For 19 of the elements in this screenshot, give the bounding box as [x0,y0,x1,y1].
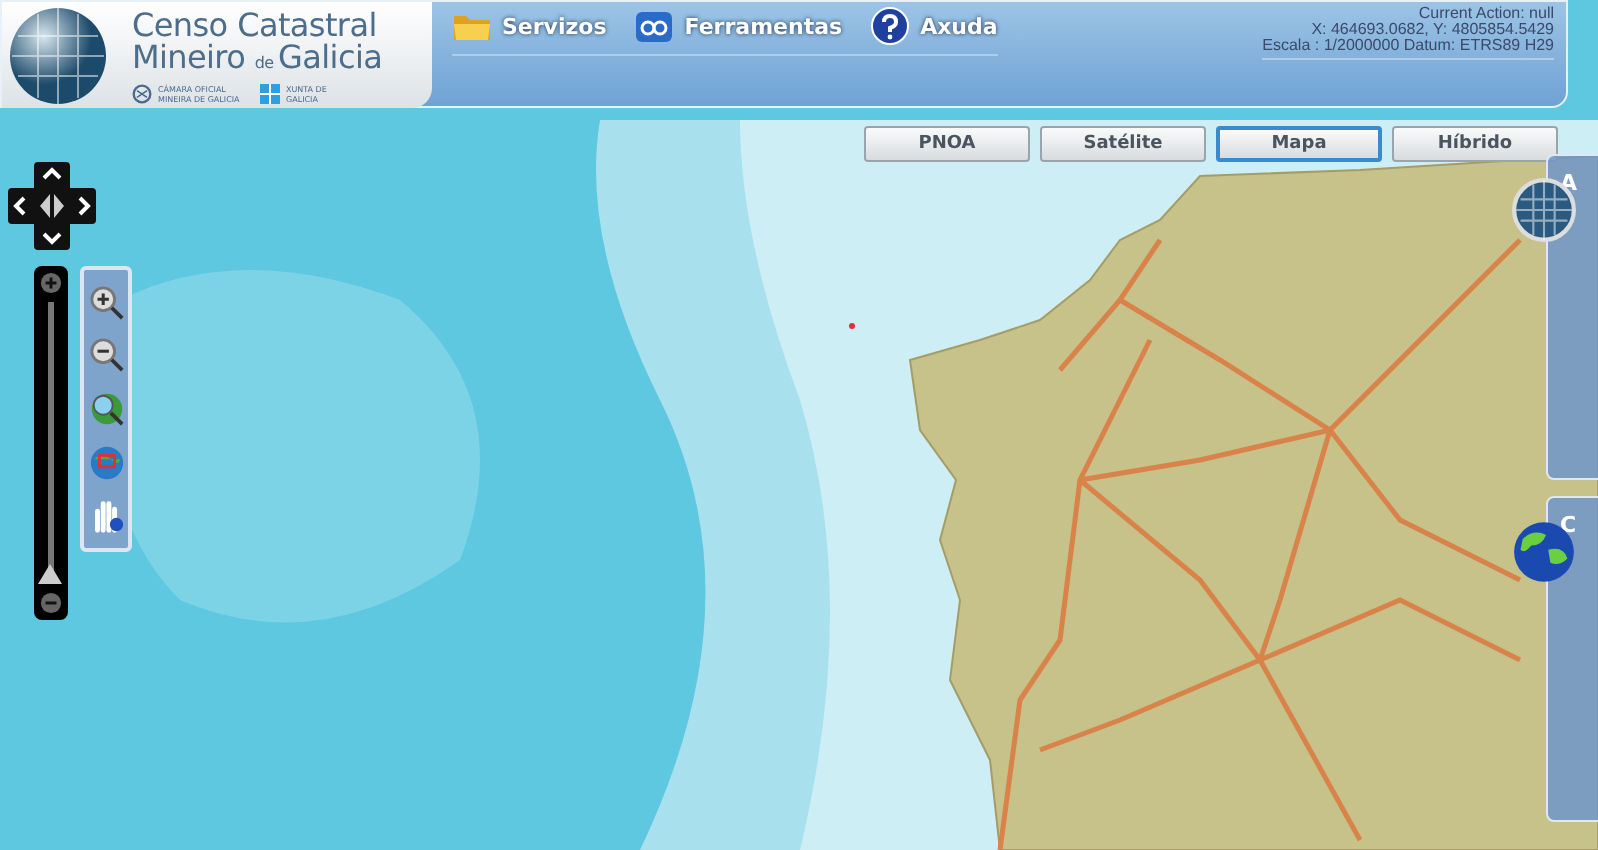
zoom-in-icon[interactable] [87,283,125,322]
zoom-out-icon[interactable] [87,336,125,375]
map-layer-tab[interactable]: Satélite [1040,126,1206,162]
map-layer-tab[interactable]: PNOA [864,126,1030,162]
zoom-slider[interactable] [34,266,68,620]
map-layer-tab[interactable]: Mapa [1216,126,1382,162]
emblem-icon [132,84,152,104]
flag-icon [260,84,280,104]
status-text: X: 464693.0682, Y: 4805854.5429 [1311,22,1554,38]
pan-control[interactable] [8,162,96,250]
map-layer-tab[interactable]: Híbrido [1392,126,1558,162]
status-text: Escala : 1/2000000 Datum: ETRS89 H29 [1262,38,1554,54]
status-text: Current Action: null [1418,6,1554,22]
app-title: Censo Catastral [132,10,377,42]
panel-title: C [1560,512,1577,538]
globe-magnifier-icon[interactable] [87,389,125,428]
app-subtitle: Mineiro de Galicia [132,42,383,80]
grid-globe-icon [8,5,108,105]
help-icon [870,6,911,46]
